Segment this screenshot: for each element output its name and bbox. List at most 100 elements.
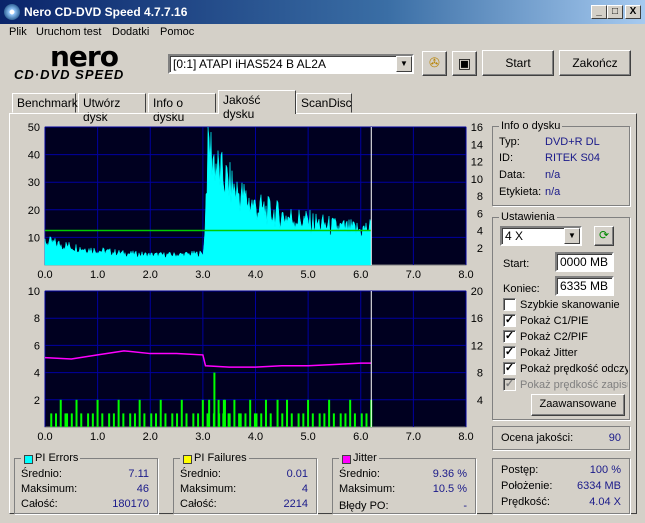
tab-disc-info[interactable]: Info o dysku	[148, 93, 216, 124]
y-left-tick-label: 4	[34, 368, 40, 380]
maximize-button[interactable]: □	[607, 5, 623, 19]
pi-failure-bar	[185, 413, 188, 427]
save-icon[interactable]: ▣	[452, 51, 477, 76]
minimize-button[interactable]: _	[591, 5, 607, 19]
pi-errors-stats: PI Errors Średnio: 7.11 Maksimum: 46 Cał…	[14, 452, 158, 514]
pi-failure-bar	[122, 413, 125, 427]
x-tick-label: 5.0	[300, 431, 315, 442]
pi-failure-bar	[264, 399, 267, 427]
pi-failure-bar	[129, 413, 132, 427]
menu-extras[interactable]: Dodatki	[112, 26, 149, 38]
option-checkbox-0[interactable]	[503, 298, 516, 311]
pi-failure-bar	[244, 413, 247, 427]
menu-file[interactable]: Plik	[9, 26, 27, 38]
tab-disc-quality[interactable]: Jakość dysku	[218, 90, 296, 121]
pi-failure-bar	[87, 413, 90, 427]
pi-failure-bar	[307, 399, 310, 427]
pi-failure-bar	[159, 399, 162, 427]
refresh-icon[interactable]: ⟳	[594, 226, 614, 246]
x-tick-label: 3.0	[195, 269, 210, 281]
pi-failure-bar	[297, 413, 300, 427]
close-button[interactable]: X	[625, 5, 641, 19]
disc-info-icon[interactable]: ✇	[422, 51, 447, 76]
pi-failure-bar	[91, 413, 94, 427]
y-left-tick-label: 8	[34, 313, 40, 325]
speed-select[interactable]: 4 X ▼	[500, 226, 582, 246]
y-right-tick-label: 4	[477, 395, 483, 407]
pi-failure-bar	[192, 413, 195, 427]
pi-failures-max-label: Maksimum:	[180, 483, 237, 495]
pi-errors-swatch	[24, 455, 33, 464]
y-left-tick-label: 40	[28, 150, 40, 162]
disc-date-value: n/a	[545, 169, 561, 181]
pi-failure-bar	[180, 399, 183, 427]
option-checkbox-4[interactable]: ✓	[503, 362, 516, 375]
pi-failure-bar	[66, 413, 69, 427]
pi-failure-bar	[96, 399, 99, 427]
chevron-down-icon[interactable]: ▼	[564, 228, 580, 244]
pi-failure-bar	[233, 399, 236, 427]
jitter-avg-label: Średnio:	[339, 468, 380, 480]
end-input[interactable]: 6335 MB	[555, 276, 614, 296]
disc-label-value: n/a	[545, 186, 561, 198]
pi-failure-bar	[143, 413, 146, 427]
pi-failure-bar	[276, 399, 279, 427]
drive-select-value: [0:1] ATAPI iHAS524 B AL2A	[173, 57, 326, 71]
pi-failure-bar	[171, 413, 174, 427]
y-right-tick-label: 16	[471, 122, 483, 134]
chevron-down-icon[interactable]: ▼	[396, 56, 412, 72]
tab-create-disc[interactable]: Utwórz dysk	[78, 93, 146, 124]
start-input[interactable]: 0000 MB	[555, 252, 614, 272]
pi-failure-bar	[59, 399, 62, 427]
option-checkbox-2[interactable]: ✓	[503, 330, 516, 343]
pi-failures-jitter-chart: 0.0 1.0 2.0 3.0 4.0 5.0 6.0 7.0 8.0 10 8 6 4 2 20 16 12 8…	[28, 286, 483, 442]
speed-value: 4.04 X	[589, 496, 621, 508]
option-checkbox-1[interactable]: ✓	[503, 314, 516, 327]
pi-failure-bar	[255, 413, 258, 427]
pi-failures-stats: PI Failures Średnio: 0.01 Maksimum: 4 Ca…	[173, 452, 317, 514]
x-tick-label: 6.0	[353, 269, 368, 281]
pi-errors-avg-label: Średnio:	[21, 468, 62, 480]
stop-button[interactable]: Zakończ	[559, 50, 631, 76]
pi-failures-total-label: Całość:	[180, 498, 217, 510]
menu-run-test[interactable]: Uruchom test	[36, 26, 101, 38]
end-label: Koniec:	[503, 283, 540, 295]
advanced-button[interactable]: Zaawansowane	[531, 394, 625, 416]
pi-failure-bar	[197, 413, 200, 427]
y-right-tick-label: 20	[471, 286, 483, 298]
disc-type-value: DVD+R DL	[545, 136, 600, 148]
pi-failure-bar	[218, 413, 221, 427]
speed-label: Prędkość:	[501, 496, 550, 508]
jitter-avg: 9.36 %	[432, 468, 467, 480]
y-left-tick-label: 10	[28, 232, 40, 244]
disc-id-value: RITEK S04	[545, 152, 601, 164]
po-errors-value: -	[463, 500, 467, 512]
start-button[interactable]: Start	[482, 50, 554, 76]
pi-failure-bar	[228, 413, 231, 427]
pi-failure-bar	[269, 413, 272, 427]
pi-failure-bar	[213, 372, 216, 427]
y-right-tick-label: 6	[477, 208, 483, 220]
y-left-tick-label: 20	[28, 205, 40, 217]
tab-benchmark[interactable]: Benchmark	[12, 93, 78, 113]
disc-info-title: Info o dysku	[499, 120, 563, 132]
pi-failure-bar	[360, 413, 363, 427]
pi-failure-bar	[311, 413, 314, 427]
option-checkbox-5: ✓	[503, 378, 516, 391]
pi-failure-bar	[323, 413, 326, 427]
tab-scandisc[interactable]: ScanDisc	[296, 93, 352, 113]
x-tick-label: 0.0	[37, 431, 52, 442]
position-value: 6334 MB	[576, 480, 621, 492]
pi-failures-swatch	[183, 455, 192, 464]
option-label-1: Pokaż C1/PIE	[520, 315, 589, 327]
pi-errors-total: 180170	[112, 498, 149, 510]
pi-failures-avg: 0.01	[286, 468, 308, 480]
pi-failure-bar	[108, 413, 111, 427]
pi-failure-bar	[154, 413, 157, 427]
speed-select-value: 4 X	[505, 229, 524, 243]
pi-failure-bar	[176, 413, 179, 427]
drive-select[interactable]: [0:1] ATAPI iHAS524 B AL2A ▼	[168, 54, 414, 74]
menu-help[interactable]: Pomoc	[160, 26, 194, 38]
option-checkbox-3[interactable]: ✓	[503, 346, 516, 359]
pi-failure-bar	[260, 413, 263, 427]
